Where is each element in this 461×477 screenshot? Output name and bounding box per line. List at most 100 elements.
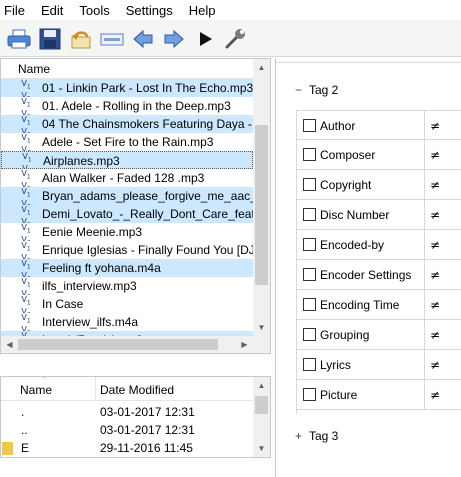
file-row[interactable]: V1V2 ilfs_interview.mp3 [1,277,253,295]
tag2-section-header[interactable]: − Tag 2 [295,83,338,97]
id3-version-icon: V1V2 [21,187,31,205]
id3-version-icon: V1V2 [21,97,31,115]
tag-field-value[interactable]: ≠ [430,268,440,282]
file-row[interactable]: V1V2 01. Adele - Rolling in the Deep.mp3 [1,97,253,115]
scroll-up-icon[interactable]: ▲ [253,377,270,394]
tag-field-row: Encoded-by ≠ [297,230,461,260]
column-divider [424,230,425,260]
tag-field-row: Picture ≠ [297,380,461,410]
rename-icon[interactable] [99,26,125,52]
directory-vscroll[interactable]: ▲ ▼ [253,377,270,457]
scroll-down-icon[interactable]: ▼ [253,440,270,457]
scroll-corner [253,336,270,353]
wrench-icon[interactable] [223,26,249,52]
file-list-hscroll-thumb[interactable] [18,339,218,350]
file-row[interactable]: V1V2 Interview_ilfs.m4a [1,313,253,331]
folder-icon [2,442,13,455]
directory-row-date: 03-01-2017 12:31 [100,405,195,419]
directory-row[interactable]: . 03-01-2017 12:31 [1,403,255,421]
tag-field-row: Author ≠ [297,110,461,141]
tag-field-value[interactable]: ≠ [430,328,440,342]
column-divider [424,320,425,350]
tag-field-checkbox[interactable] [303,238,316,251]
scroll-right-icon[interactable]: ▶ [236,336,253,353]
tag-editor-panel: − Tag 2 Author ≠ Composer ≠ Copyright ≠ Disc Nu… [275,58,461,477]
undo-icon[interactable] [68,26,94,52]
tag-field-value[interactable]: ≠ [430,208,440,222]
column-divider [424,350,425,380]
tag-field-value[interactable]: ≠ [430,119,440,133]
tag-field-row: Copyright ≠ [297,170,461,200]
directory-header-name[interactable]: Name [20,383,52,397]
expand-icon[interactable]: + [295,429,309,443]
tag-field-value[interactable]: ≠ [430,238,440,252]
tag-field-checkbox[interactable] [303,268,316,281]
directory-row[interactable]: .. 03-01-2017 12:31 [1,421,255,439]
tag-field-value[interactable]: ≠ [430,358,440,372]
menu-settings[interactable]: Settings [118,0,181,21]
file-name: Demi_Lovato_-_Really_Dont_Care_feat_C [42,207,253,221]
tag-field-checkbox[interactable] [303,328,316,341]
tag-field-checkbox[interactable] [303,358,316,371]
tag-field-label: Encoder Settings [320,268,412,282]
id3-version-icon: V1V2 [21,223,31,241]
column-divider[interactable] [95,377,96,401]
file-list-hscroll[interactable]: ◀ ▶ [1,336,253,353]
id3-version-icon: V1V2 [21,295,31,313]
tag-field-value[interactable]: ≠ [430,148,440,162]
file-row[interactable]: V1V2 04 The Chainsmokers Featuring Daya -… [1,115,253,133]
tag-field-label: Picture [320,388,358,402]
id3-version-icon: V1V2 [21,277,31,295]
file-row[interactable]: V1V2 Bryan_adams_please_forgive_me_aac_20 [1,187,253,205]
scroll-down-icon[interactable]: ▼ [253,319,270,336]
directory-header-date[interactable]: Date Modified [100,383,174,397]
file-row[interactable]: V1V2 In Case [1,295,253,313]
tag-field-checkbox[interactable] [303,388,316,401]
tag-field-checkbox[interactable] [303,148,316,161]
id3-version-icon: V1V2 [21,313,31,331]
save-icon[interactable] [37,26,63,52]
file-row[interactable]: V1V2 Alan Walker - Faded 128 .mp3 [1,169,253,187]
menu-help[interactable]: Help [181,0,224,21]
menu-edit[interactable]: Edit [33,0,71,21]
file-row[interactable]: V1V2 Adele - Set Fire to the Rain.mp3 [1,133,253,151]
id3-version-icon: V1V2 [21,115,31,133]
scroll-left-icon[interactable]: ◀ [1,336,18,353]
tag-field-value[interactable]: ≠ [430,178,440,192]
play-icon[interactable] [192,26,218,52]
tag-field-row: Lyrics ≠ [297,350,461,380]
file-name: Enrique Iglesias - Finally Found You [DJ… [42,243,253,257]
id3-version-icon: V1V2 [21,259,31,277]
tag-field-value[interactable]: ≠ [430,298,440,312]
scroll-up-icon[interactable]: ▲ [253,59,270,76]
tag-field-value[interactable]: ≠ [430,388,440,402]
tag-field-checkbox[interactable] [303,119,316,132]
directory-vscroll-thumb[interactable] [255,396,268,414]
collapse-icon[interactable]: − [295,83,309,97]
file-row[interactable]: V1V2 Feeling ft yohana.m4a [1,259,253,277]
tag-field-checkbox[interactable] [303,178,316,191]
tag-field-label: Composer [320,148,376,162]
tag3-section-header[interactable]: + Tag 3 [295,429,338,443]
menu-file[interactable]: File [0,0,33,21]
back-arrow-icon[interactable] [130,26,156,52]
tag-field-checkbox[interactable] [303,208,316,221]
file-row[interactable]: V1V2 Enrique Iglesias - Finally Found You… [1,241,253,259]
tag-field-label: Copyright [320,178,372,192]
id3-version-icon: V1V2 [21,133,31,151]
directory-row[interactable]: E 29-11-2016 11:45 [1,439,255,457]
forward-arrow-icon[interactable] [161,26,187,52]
file-name: Adele - Set Fire to the Rain.mp3 [42,135,214,149]
file-list-vscroll-thumb[interactable] [255,125,268,285]
menu-tools[interactable]: Tools [71,0,117,21]
file-row[interactable]: V1V2 Airplanes.mp3 [1,151,253,169]
file-row[interactable]: V1V2 01 - Linkin Park - Lost In The Echo.… [1,79,253,97]
file-row[interactable]: V1V2 Eenie Meenie.mp3 [1,223,253,241]
tag-field-label: Encoded-by [320,238,385,252]
file-list-vscroll[interactable]: ▲ ▼ [253,59,270,336]
file-row[interactable]: V1V2 Demi_Lovato_-_Really_Dont_Care_feat_… [1,205,253,223]
file-name: Alan Walker - Faded 128 .mp3 [42,171,205,185]
tag-field-checkbox[interactable] [303,298,316,311]
file-list-header-name[interactable]: Name [1,59,270,79]
print-icon[interactable] [6,26,32,52]
